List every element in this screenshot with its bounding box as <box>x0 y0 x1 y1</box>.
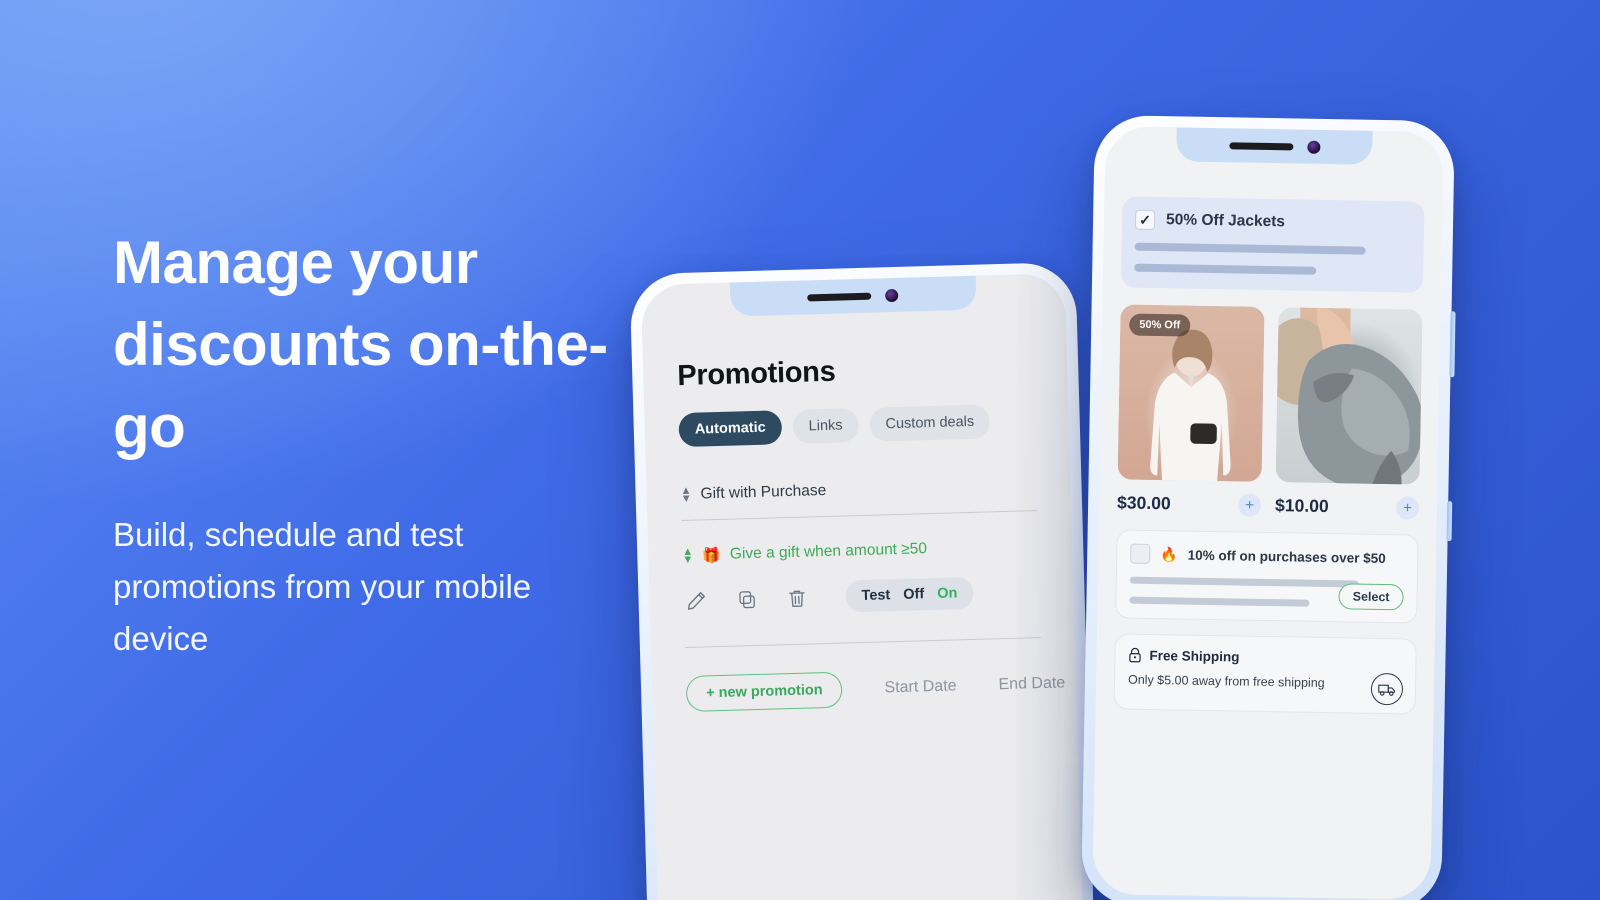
fire-icon: 🔥 <box>1160 545 1178 562</box>
offer-title: 10% off on purchases over $50 <box>1187 547 1386 566</box>
product-image-jacket[interactable]: 50% Off <box>1117 304 1265 482</box>
promotion-state-toggle[interactable]: Test Off On <box>845 576 974 613</box>
tab-custom-deals[interactable]: Custom deals <box>869 404 991 442</box>
earpiece-speaker <box>1228 141 1293 150</box>
phone-notch <box>729 275 977 317</box>
promotion-rule-label: Give a gift when amount ≥50 <box>729 540 928 563</box>
end-date-label[interactable]: End Date <box>998 674 1065 694</box>
promotion-row-gift-with-purchase[interactable]: ▲ ▼ Gift with Purchase <box>680 476 1036 505</box>
phone-side-button-lower[interactable] <box>1446 501 1453 542</box>
add-to-cart-button[interactable]: + <box>1237 493 1262 517</box>
tab-links[interactable]: Links <box>792 408 860 444</box>
offer-checkbox[interactable] <box>1130 543 1151 564</box>
new-promotion-button[interactable]: + new promotion <box>685 671 844 712</box>
truck-icon <box>1370 672 1404 706</box>
discount-badge: 50% Off <box>1129 313 1191 337</box>
product-price: $30.00 <box>1116 492 1171 514</box>
gift-icon: 🎁 <box>702 546 722 565</box>
phone-mockup-left: Promotions Automatic Links Custom deals … <box>629 261 1097 900</box>
skeleton-line <box>1129 576 1360 588</box>
promo-card[interactable]: ✓ 50% Off Jackets <box>1120 196 1425 293</box>
start-date-label[interactable]: Start Date <box>884 677 957 697</box>
delete-icon[interactable] <box>783 584 810 611</box>
skeleton-line <box>1134 242 1366 255</box>
reorder-handle-icon[interactable]: ▲ ▼ <box>682 546 693 566</box>
product-price-row: $30.00 + $10.00 + <box>1116 491 1420 520</box>
free-shipping-subtitle: Only $5.00 away from free shipping <box>1127 672 1325 691</box>
promotions-heading: Promotions <box>676 355 836 393</box>
front-camera <box>885 288 899 302</box>
phone-mockup-right: ✓ 50% Off Jackets 50% Off $30.00 + $10.0… <box>1081 114 1456 900</box>
promotion-action-row: Test Off On <box>683 575 1040 617</box>
add-to-cart-button[interactable]: + <box>1395 496 1420 520</box>
earpiece-speaker <box>807 292 872 301</box>
promotion-row-label: Gift with Purchase <box>700 481 827 503</box>
product-price: $10.00 <box>1274 495 1329 517</box>
toggle-option-test[interactable]: Test <box>861 587 890 604</box>
front-camera <box>1306 140 1321 154</box>
skeleton-line <box>1134 263 1316 275</box>
tab-automatic[interactable]: Automatic <box>678 410 783 448</box>
promo-checkbox[interactable]: ✓ <box>1134 209 1156 230</box>
toggle-option-on[interactable]: On <box>937 585 958 602</box>
model-photo-illustration <box>1277 307 1423 485</box>
lock-icon <box>1129 647 1141 663</box>
free-shipping-card: Free Shipping Only $5.00 away from free … <box>1113 633 1417 715</box>
offer-card[interactable]: 🔥 10% off on purchases over $50 Select <box>1115 529 1419 624</box>
phone-side-button[interactable] <box>1449 311 1456 378</box>
skeleton-line <box>1129 596 1310 607</box>
promo-card-title: 50% Off Jackets <box>1165 211 1286 231</box>
toggle-option-off[interactable]: Off <box>903 586 924 603</box>
footer-divider <box>684 637 1041 648</box>
edit-icon[interactable] <box>683 587 710 614</box>
duplicate-icon[interactable] <box>733 586 760 613</box>
phone-notch <box>1176 127 1373 165</box>
select-button[interactable]: Select <box>1338 583 1404 611</box>
reorder-handle-icon[interactable]: ▲ ▼ <box>680 485 691 505</box>
hero-copy-block: Manage your discounts on-the-go Build, s… <box>113 222 633 665</box>
right-phone-screen: ✓ 50% Off Jackets 50% Off $30.00 + $10.0… <box>1092 126 1444 900</box>
free-shipping-title: Free Shipping <box>1149 647 1240 665</box>
promotion-tabs: Automatic Links Custom deals <box>678 403 1035 448</box>
promotion-row-gift-rule[interactable]: ▲ ▼ 🎁 Give a gift when amount ≥50 <box>682 537 1038 566</box>
left-phone-screen: Promotions Automatic Links Custom deals … <box>640 273 1086 900</box>
product-grid: 50% Off <box>1117 304 1423 485</box>
promotions-footer: + new promotion Start Date End Date <box>685 666 1065 712</box>
phone-mockups: ✓ 50% Off Jackets 50% Off $30.00 + $10.0… <box>620 0 1600 900</box>
product-image-shirt[interactable] <box>1275 307 1423 485</box>
page-subtitle: Build, schedule and test promotions from… <box>113 515 532 657</box>
page-title: Manage your discounts on-the-go <box>113 229 608 461</box>
row-divider <box>681 510 1038 522</box>
